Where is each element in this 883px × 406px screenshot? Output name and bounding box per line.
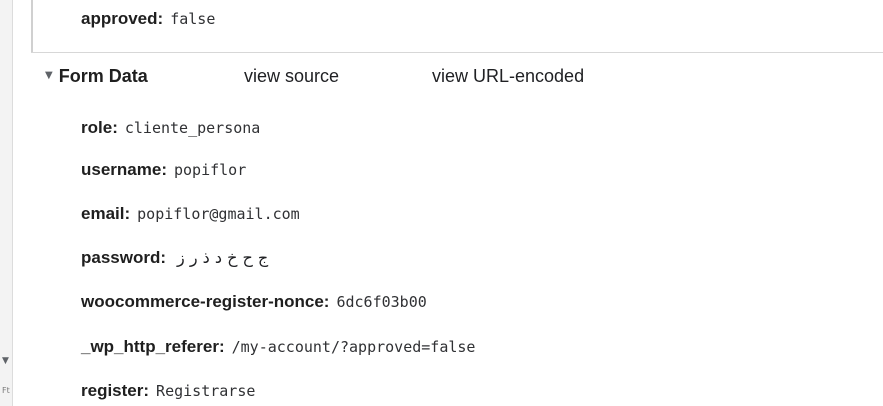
form-key: _wp_http_referer	[81, 337, 219, 356]
form-value: popiflor	[174, 161, 247, 179]
tree-divider	[31, 0, 33, 52]
form-item-email: email: popiflor@gmail.com	[81, 204, 300, 224]
gutter-fragment: Ft	[2, 386, 10, 395]
form-colon: :	[124, 204, 131, 223]
form-key: password	[81, 248, 161, 267]
form-value: /my-account/?approved=false	[231, 338, 476, 356]
triangle-down-icon[interactable]: ▼	[45, 70, 53, 81]
form-key: role	[81, 118, 113, 137]
form-data-title: Form Data	[58, 66, 148, 86]
form-item-username: username: popiflor	[81, 160, 246, 180]
form-colon: :	[323, 292, 330, 311]
view-source-link[interactable]: view source	[244, 66, 339, 87]
form-key: woocommerce-register-nonce	[81, 292, 324, 311]
form-value: cliente_persona	[124, 119, 261, 137]
form-key: username	[81, 160, 162, 179]
form-item-role: role: cliente_persona	[81, 118, 260, 138]
param-key: approved	[81, 9, 158, 28]
form-key: email	[81, 204, 125, 223]
param-colon: :	[157, 9, 164, 28]
view-url-encoded-link[interactable]: view URL-encoded	[432, 66, 584, 87]
form-colon: :	[143, 381, 150, 400]
left-gutter: ▼ Ft	[0, 0, 13, 406]
scroll-arrow-down-icon[interactable]: ▼	[2, 356, 9, 366]
form-item-register: register: Registrarse	[81, 381, 255, 401]
form-item-nonce: woocommerce-register-nonce:6dc6f03b00	[81, 292, 427, 312]
form-colon: :	[218, 337, 225, 356]
form-item-referer: _wp_http_referer: /my-account/?approved=f…	[81, 337, 475, 357]
network-request-payload-panel: ▼ Ft approved: false ▼ Form Data view sou…	[0, 0, 883, 406]
form-value: popiflor@gmail.com	[137, 205, 300, 223]
form-value: 6dc6f03b00	[336, 293, 427, 311]
form-colon: :	[161, 160, 167, 179]
form-item-password: password: ج ح خ د ذ ر ز	[81, 248, 268, 268]
form-colon: :	[160, 248, 167, 267]
form-colon: :	[112, 118, 118, 137]
form-value: Registrarse	[156, 382, 256, 400]
query-param-approved: approved: false	[81, 9, 215, 29]
form-data-toggle[interactable]: ▼ Form Data	[45, 66, 148, 87]
form-key: register	[81, 381, 144, 400]
param-value: false	[170, 10, 216, 28]
section-divider	[31, 52, 883, 53]
password-value: ج ح خ د ذ ر ز	[177, 248, 269, 267]
